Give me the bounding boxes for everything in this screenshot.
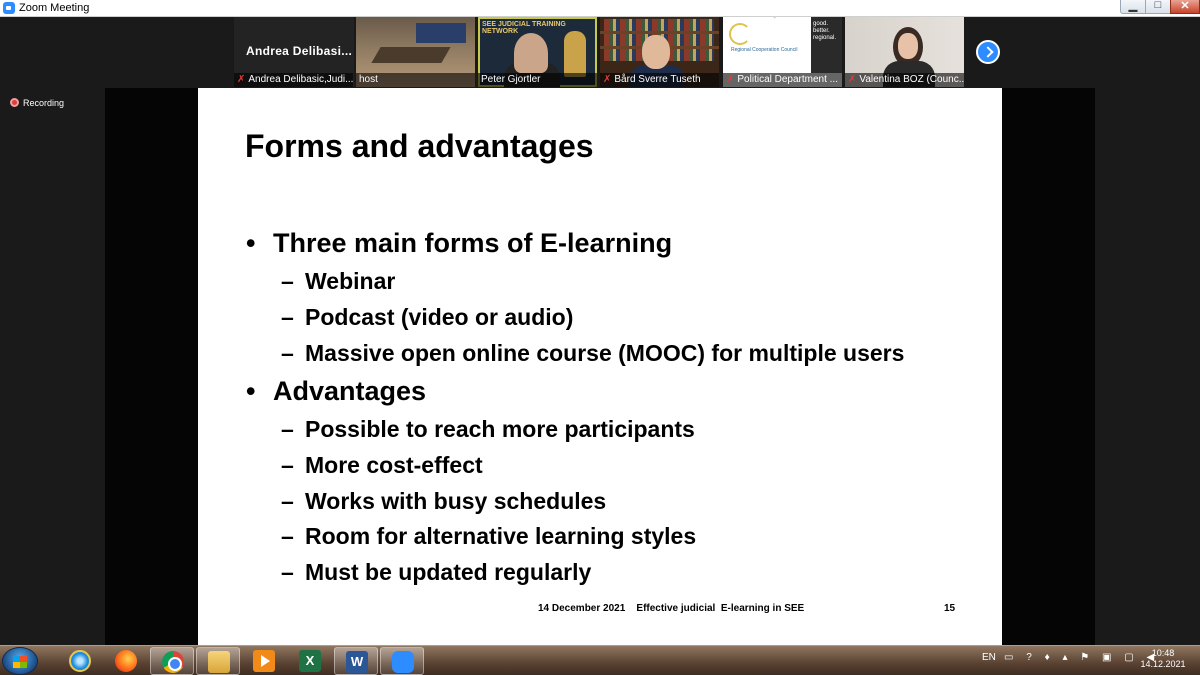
participant-tile-peter-gjortler[interactable]: SEE JUDICIAL TRAINING NETWORK Peter Gjor… (478, 17, 597, 87)
logo-text: Regional Cooperation Council (731, 47, 798, 53)
recording-label: Recording (23, 98, 65, 108)
start-button[interactable] (2, 647, 38, 675)
slide-sub-bullet: – More cost-effect (281, 452, 483, 478)
justice-statue (564, 31, 586, 77)
participant-label: ✗ Bård Sverre Tuseth (600, 73, 719, 87)
firefox-icon (115, 650, 137, 672)
person-head (514, 33, 548, 73)
slide-sub-bullet: – Works with busy schedules (281, 488, 607, 514)
participant-tile-bard-tuseth[interactable]: ✗ Bård Sverre Tuseth (600, 17, 719, 87)
slide-sub-bullet: – Massive open online course (MOOC) for m… (281, 340, 905, 366)
excel-icon: X (299, 650, 321, 672)
recording-indicator[interactable]: Recording (10, 98, 64, 108)
word-icon: W (346, 651, 368, 673)
participant-label: ✗ Andrea Delibasic,Judi... (234, 73, 353, 87)
presentation-slide: Forms and advantages • Three main forms o… (198, 88, 1002, 645)
taskbar-media-player[interactable] (242, 647, 286, 675)
close-icon: ✕ (1180, 0, 1190, 12)
slide-sub-bullet: – Must be updated regularly (281, 559, 592, 585)
slogan-text: good. better. regional. (813, 21, 837, 41)
file-explorer-icon (208, 651, 230, 673)
next-participants-chevron-icon[interactable] (976, 40, 1000, 64)
participant-tile-host[interactable]: host (356, 17, 475, 87)
person-head (898, 33, 918, 59)
participant-tile-political-department[interactable]: Regional Cooperation Council good. bette… (723, 17, 842, 87)
taskbar-clock[interactable]: 10:48 14.12.2021 (1132, 648, 1194, 670)
participant-tile-valentina-boz[interactable]: ✗ Valentina BOZ (Counc... (845, 17, 964, 87)
window-title-bar: Zoom Meeting ▁ □ ✕ (0, 0, 1200, 17)
conference-table (371, 47, 451, 63)
slide-bullet: • Three main forms of E-learning (246, 228, 673, 258)
taskbar-zoom[interactable] (380, 647, 424, 675)
participant-label: ✗ Valentina BOZ (Counc... (845, 73, 964, 87)
clock-time: 10:48 (1151, 648, 1175, 658)
zoom-app-icon (3, 2, 15, 14)
muted-mic-icon: ✗ (848, 74, 857, 85)
record-icon (10, 98, 19, 107)
muted-mic-icon: ✗ (726, 74, 735, 85)
muted-mic-icon: ✗ (237, 74, 246, 85)
media-player-icon (253, 650, 275, 672)
maximize-button[interactable]: □ (1145, 0, 1171, 14)
slide-title: Forms and advantages (245, 128, 594, 164)
participant-tile-andrea[interactable]: ✗ Andrea Delibasic,Judi... (234, 17, 353, 87)
clock-date: 14.12.2021 (1140, 659, 1186, 669)
taskbar-file-explorer[interactable] (196, 647, 240, 675)
minimize-icon: ▁ (1128, 0, 1138, 12)
person-head (642, 35, 670, 69)
taskbar-excel[interactable]: X (288, 647, 332, 675)
slide-sub-bullet: – Webinar (281, 268, 396, 294)
slide-bullet: • Advantages (246, 376, 427, 406)
taskbar-word[interactable]: W (334, 647, 378, 675)
maximize-icon: □ (1154, 0, 1162, 11)
zoom-icon (392, 651, 414, 673)
participant-label: host (356, 73, 475, 87)
room-screen (416, 23, 466, 43)
taskbar-firefox[interactable] (104, 647, 148, 675)
slide-sub-bullet: – Possible to reach more participants (281, 416, 695, 442)
participant-label: Peter Gjortler (478, 73, 597, 87)
language-indicator[interactable]: EN (982, 652, 996, 663)
slide-sub-bullet: – Podcast (video or audio) (281, 304, 574, 330)
minimize-button[interactable]: ▁ (1120, 0, 1146, 14)
taskbar-chrome[interactable] (150, 647, 194, 675)
window-title: Zoom Meeting (19, 2, 90, 14)
muted-mic-icon: ✗ (603, 74, 612, 85)
slide-page-number: 15 (944, 603, 956, 614)
close-button[interactable]: ✕ (1170, 0, 1200, 14)
chrome-icon (162, 651, 184, 673)
slide-sub-bullet: – Room for alternative learning styles (281, 523, 697, 549)
participant-label: ✗ Political Department ... (723, 73, 842, 87)
slide-footer: 14 December 2021 Effective judicial E-le… (538, 603, 805, 614)
rcc-logo-icon (729, 23, 751, 45)
bookshelf-row (604, 19, 714, 31)
internet-explorer-icon (69, 650, 91, 672)
slogan-panel: good. better. regional. (811, 17, 842, 73)
taskbar-internet-explorer[interactable] (58, 647, 102, 675)
